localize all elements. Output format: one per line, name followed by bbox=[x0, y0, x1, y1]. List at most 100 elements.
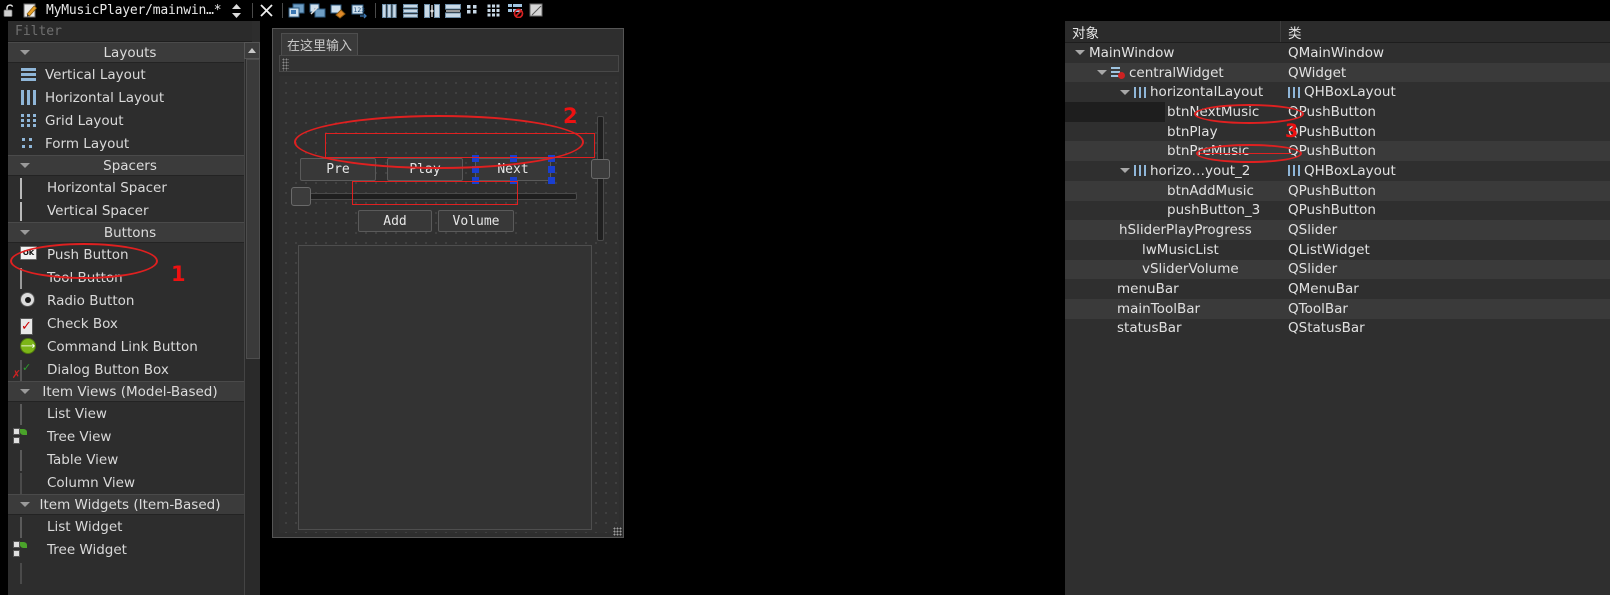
widget-item-label: Tool Button bbox=[47, 269, 123, 286]
object-row-horizontallayout2[interactable]: horizo…yout_2 QHBoxLayout bbox=[1065, 161, 1610, 181]
widget-group-buttons[interactable]: Buttons bbox=[8, 222, 252, 243]
edit-tab-order-icon[interactable]: 123 bbox=[350, 1, 369, 20]
edit-buddies-icon[interactable] bbox=[329, 1, 348, 20]
widget-item-table-view[interactable]: Table View bbox=[8, 448, 252, 471]
layout-vertically-icon[interactable] bbox=[401, 1, 420, 20]
form-list-widget[interactable] bbox=[298, 245, 592, 530]
object-name: horizontalLayout bbox=[1150, 84, 1264, 101]
tree-view-icon bbox=[13, 428, 39, 445]
widget-item-list-view[interactable]: List View bbox=[8, 402, 252, 425]
object-class: QSlider bbox=[1288, 222, 1338, 239]
form-button-add[interactable]: Add bbox=[358, 210, 432, 232]
form-resize-grip[interactable] bbox=[613, 527, 622, 536]
object-row-btnaddmusic[interactable]: btnAddMusic QPushButton bbox=[1065, 180, 1610, 201]
close-icon[interactable] bbox=[257, 1, 276, 20]
check-box-icon: ✓ bbox=[20, 318, 33, 335]
layout-horizontally-icon[interactable] bbox=[380, 1, 399, 20]
form-button-play[interactable]: Play bbox=[387, 158, 463, 181]
widget-group-item-views[interactable]: Item Views (Model-Based) bbox=[8, 381, 252, 402]
form-button-pre[interactable]: Pre bbox=[300, 158, 376, 181]
widget-item-horizontal-spacer[interactable]: Horizontal Spacer bbox=[8, 176, 252, 199]
layout-in-form-icon[interactable] bbox=[464, 1, 483, 20]
layout-in-grid-icon[interactable] bbox=[485, 1, 504, 20]
form-editor-canvas[interactable]: 在这里输入 Pre Play Next Add Volume bbox=[272, 28, 624, 538]
form-menubar[interactable]: 在这里输入 bbox=[274, 30, 622, 56]
edit-form-icon[interactable] bbox=[21, 1, 40, 20]
selection-handle-ml[interactable] bbox=[472, 166, 479, 173]
selection-handle-br[interactable] bbox=[548, 177, 555, 184]
column-header-class[interactable]: 类 bbox=[1281, 21, 1610, 42]
unlock-icon[interactable] bbox=[0, 1, 19, 20]
chevron-down-icon bbox=[20, 163, 30, 168]
object-row-btnplay[interactable]: btnPlay QPushButton bbox=[1065, 121, 1610, 142]
widgetbox-scrollbar[interactable] bbox=[244, 59, 260, 595]
widget-item-column-view[interactable]: Column View bbox=[8, 471, 252, 494]
selection-handle-tr[interactable] bbox=[548, 155, 555, 162]
object-row-btnpremusic[interactable]: btnPreMusic QPushButton bbox=[1065, 141, 1610, 162]
break-layout-icon[interactable] bbox=[506, 1, 525, 20]
form-vslider-handle[interactable] bbox=[591, 159, 610, 179]
widget-item-tool-button[interactable]: Tool Button bbox=[8, 266, 252, 289]
object-row-lwmusiclist[interactable]: lwMusicList QListWidget bbox=[1065, 239, 1610, 260]
widget-item-tree-widget[interactable]: Tree Widget bbox=[8, 538, 252, 561]
column-header-object[interactable]: 对象 bbox=[1065, 21, 1281, 42]
chevron-down-icon[interactable] bbox=[1097, 70, 1107, 76]
widget-item-partial[interactable] bbox=[8, 561, 252, 584]
adjust-size-icon[interactable] bbox=[527, 1, 546, 20]
object-row-centralwidget[interactable]: centralWidget QWidget bbox=[1065, 62, 1610, 83]
selection-handle-bl[interactable] bbox=[472, 177, 479, 184]
widget-item-label: Dialog Button Box bbox=[47, 361, 169, 378]
form-widget-surface[interactable]: Pre Play Next Add Volume bbox=[279, 76, 619, 533]
object-row-statusbar[interactable]: statusBar QStatusBar bbox=[1065, 318, 1610, 339]
object-row-mainwindow[interactable]: MainWindow QMainWindow bbox=[1065, 43, 1610, 63]
form-button-volume[interactable]: Volume bbox=[438, 210, 514, 232]
widget-item-radio-button[interactable]: Radio Button bbox=[8, 289, 252, 312]
widgetbox-scrollbar-thumb[interactable] bbox=[246, 59, 260, 359]
widget-group-spacers[interactable]: Spacers bbox=[8, 155, 252, 176]
edit-widgets-icon[interactable] bbox=[287, 1, 306, 20]
object-name: btnNextMusic bbox=[1167, 103, 1260, 120]
form-toolbar[interactable] bbox=[279, 55, 619, 72]
widget-category-list[interactable]: Layouts Vertical Layout Horizontal Layou… bbox=[8, 42, 252, 595]
form-hslider-handle[interactable] bbox=[291, 187, 311, 206]
widget-item-horizontal-layout[interactable]: Horizontal Layout bbox=[8, 86, 252, 109]
widget-item-form-layout[interactable]: Form Layout bbox=[8, 132, 252, 155]
widget-item-vertical-layout[interactable]: Vertical Layout bbox=[8, 63, 252, 86]
selection-handle-tm[interactable] bbox=[510, 155, 517, 162]
object-row-btnnextmusic[interactable]: btnNextMusic QPushButton bbox=[1065, 102, 1610, 122]
row-selection-highlight bbox=[1065, 102, 1165, 122]
widget-item-vertical-spacer[interactable]: Vertical Spacer bbox=[8, 199, 252, 222]
selection-handle-bm[interactable] bbox=[510, 177, 517, 184]
widget-item-check-box[interactable]: ✓ Check Box bbox=[8, 312, 252, 335]
column-view-icon bbox=[20, 473, 39, 494]
layout-splitter-vertical-icon[interactable] bbox=[443, 1, 462, 20]
edit-signals-slots-icon[interactable] bbox=[308, 1, 327, 20]
widget-group-layouts[interactable]: Layouts bbox=[8, 42, 252, 63]
object-row-horizontallayout[interactable]: horizontalLayout QHBoxLayout bbox=[1065, 82, 1610, 103]
widgetbox-scroll-up-button[interactable] bbox=[244, 42, 260, 59]
widget-item-dialog-button-box[interactable]: ✓ ✗ Dialog Button Box bbox=[8, 358, 252, 381]
chevron-down-icon[interactable] bbox=[1120, 89, 1130, 95]
toolbar-grip-icon[interactable] bbox=[282, 58, 289, 71]
object-row-hsliderplayprogress[interactable]: hSliderPlayProgress QSlider bbox=[1065, 220, 1610, 240]
chevron-down-icon[interactable] bbox=[1120, 168, 1130, 174]
chevron-down-icon[interactable] bbox=[1075, 50, 1085, 56]
updown-spinner-icon[interactable] bbox=[227, 1, 246, 20]
menubar-placeholder-text[interactable]: 在这里输入 bbox=[281, 33, 359, 56]
object-row-pushbutton3[interactable]: pushButton_3 QPushButton bbox=[1065, 200, 1610, 221]
chevron-down-icon bbox=[20, 50, 30, 55]
widget-item-push-button[interactable]: OK Push Button bbox=[8, 243, 252, 266]
selection-handle-tl[interactable] bbox=[472, 155, 479, 162]
widget-item-tree-view[interactable]: Tree View bbox=[8, 425, 252, 448]
hbox-layout-icon bbox=[1288, 86, 1300, 98]
object-row-vslidervolume[interactable]: vSliderVolume QSlider bbox=[1065, 259, 1610, 280]
widget-filter-row[interactable]: Filter bbox=[8, 21, 252, 42]
widget-item-list-widget[interactable]: List Widget bbox=[8, 515, 252, 538]
selection-handle-mr[interactable] bbox=[548, 166, 555, 173]
widget-group-item-widgets[interactable]: Item Widgets (Item-Based) bbox=[8, 494, 252, 515]
widget-item-command-link-button[interactable]: ⟶ Command Link Button bbox=[8, 335, 252, 358]
object-row-maintoolbar[interactable]: mainToolBar QToolBar bbox=[1065, 298, 1610, 319]
layout-splitter-horizontal-icon[interactable] bbox=[422, 1, 441, 20]
object-row-menubar[interactable]: menuBar QMenuBar bbox=[1065, 279, 1610, 299]
widget-item-grid-layout[interactable]: Grid Layout bbox=[8, 109, 252, 132]
